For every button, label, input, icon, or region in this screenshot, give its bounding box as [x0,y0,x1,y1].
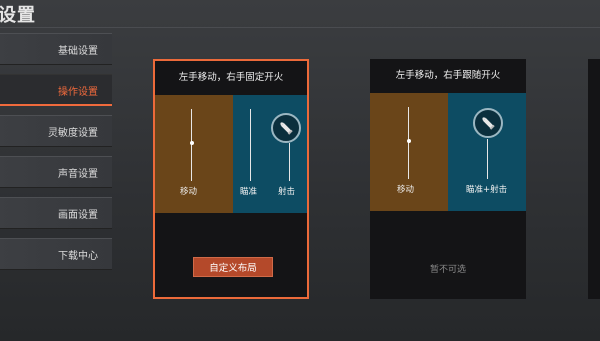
sidebar-item-label: 画面设置 [58,209,98,221]
sidebar-item-graphics[interactable]: 画面设置 [0,197,112,229]
custom-layout-button[interactable]: 自定义布局 [193,257,273,277]
sidebar-item-sound[interactable]: 声音设置 [0,156,112,188]
move-joystick-dot [406,139,411,143]
move-zone-line [408,107,409,179]
sidebar-item-downloads[interactable]: 下载中心 [0,238,112,270]
sidebar-item-label: 基础设置 [58,45,98,57]
layout-card-follow-fire[interactable]: 左手移动，右手跟随开火 移动 瞄准+射击 暂不可选 [370,59,526,299]
move-zone-label: 移动 [180,187,198,197]
layout-card-partial[interactable] [588,59,600,299]
sidebar-item-basic[interactable]: 基础设置 [0,33,112,65]
aim-fire-zone: 瞄准+射击 [448,93,526,211]
move-zone: 移动 [155,95,233,213]
title-divider [0,27,600,28]
sidebar-item-label: 声音设置 [58,168,98,180]
aim-zone-label: 瞄准 [240,187,258,197]
sidebar-item-controls[interactable]: 操作设置 [0,74,112,106]
layout-title: 左手移动，右手跟随开火 [395,70,501,81]
layout-title: 左手移动，右手固定开火 [178,72,284,83]
layout-card-fixed-fire[interactable]: 左手移动，右手固定开火 移动 瞄准 射击 自定义布局 [153,59,309,299]
bullet-icon [271,113,301,143]
unavailable-status: 暂不可选 [429,265,466,275]
move-zone: 移动 [370,93,448,211]
aim-zone-line [250,109,251,181]
sidebar-item-sensitivity[interactable]: 灵敏度设置 [0,115,112,147]
move-joystick-dot [189,141,194,145]
sidebar-item-label: 灵敏度设置 [48,127,98,139]
aim-fire-zone-label: 瞄准+射击 [466,185,508,195]
aim-fire-zone-line [487,139,488,179]
move-zone-line [191,109,192,181]
fire-zone-line [289,143,290,181]
fire-zone-label: 射击 [278,187,296,197]
aim-zone: 瞄准 射击 [233,95,307,213]
bullet-icon [473,108,503,138]
sidebar-item-label: 下载中心 [58,250,98,262]
page-title: 设置 [0,5,36,26]
move-zone-label: 移动 [397,185,415,195]
sidebar-item-label: 操作设置 [58,86,98,98]
